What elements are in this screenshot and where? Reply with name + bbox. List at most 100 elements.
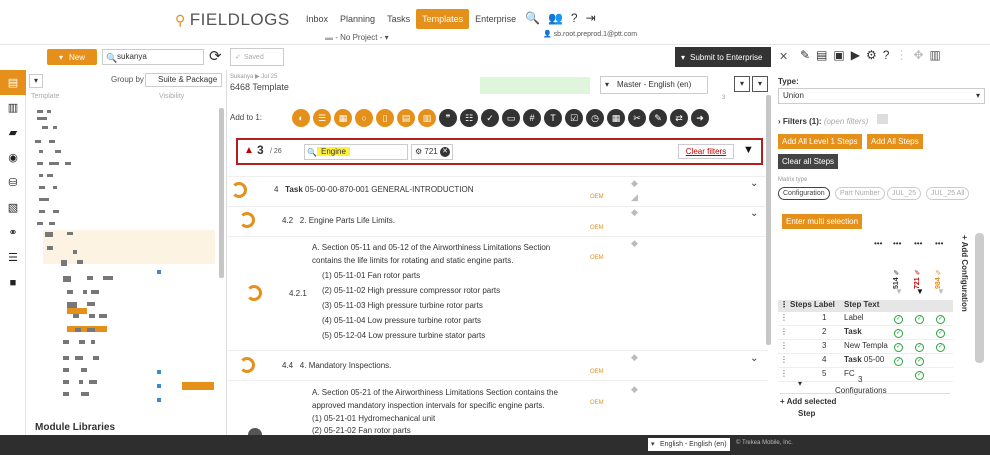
blurred-template-item[interactable] [37, 117, 47, 120]
blurred-template-item[interactable] [37, 222, 43, 225]
help-icon[interactable]: ? [883, 48, 890, 62]
blurred-template-item[interactable] [39, 174, 43, 177]
blurred-template-item[interactable] [83, 290, 87, 294]
eye-icon[interactable]: ◉ [0, 145, 26, 170]
matrix-type-part-number[interactable]: Part Number [835, 187, 885, 200]
blurred-template-item[interactable] [75, 328, 81, 332]
move-icon[interactable]: ✥ [913, 48, 923, 62]
blurred-template-item[interactable] [53, 210, 59, 213]
check-icon[interactable]: ✓ [915, 371, 924, 380]
checkbox-icon[interactable]: ☑ [565, 109, 583, 127]
check-icon[interactable]: ✓ [894, 315, 903, 324]
step-type-icon[interactable] [248, 428, 262, 435]
check-icon[interactable]: ✓ [915, 315, 924, 324]
refresh-icon[interactable]: ⟳ [209, 47, 222, 65]
clear-all-steps-button[interactable]: Clear all Steps [778, 154, 839, 169]
footer-language-select[interactable]: ▾ English - English (en) [648, 438, 730, 451]
nav-enterprise[interactable]: Enterprise [469, 9, 522, 29]
matrix-type-jul25-all[interactable]: JUL_25 All [926, 187, 970, 200]
step-filter-input[interactable]: 🔍 Engine [304, 144, 408, 160]
view-dropdown-1[interactable]: ▾ [734, 76, 750, 92]
blurred-template-item[interactable] [35, 140, 41, 143]
language-dropdown[interactable]: ▾ Master - English (en) [600, 76, 708, 94]
add-circle-icon[interactable]: ○ [355, 109, 373, 127]
signature-icon[interactable]: ✎ [649, 109, 667, 127]
chevron-down-icon[interactable]: ⌄ [750, 178, 758, 189]
drag-handle-icon[interactable]: ⋮ [780, 327, 788, 336]
blurred-template-item[interactable] [47, 174, 53, 177]
matrix-row[interactable]: ⋮ 2 Task ✓ ✓ [778, 327, 953, 340]
library-icon[interactable]: ▥ [0, 95, 26, 120]
project-select[interactable]: ▬ - No Project - ▾ [325, 33, 389, 42]
drag-handle-icon[interactable]: ⋮ [780, 313, 788, 322]
tag-icon[interactable]: ◆ [631, 352, 638, 363]
add-grid-icon[interactable]: ▤ [397, 109, 415, 127]
database-icon[interactable]: ⛁ [0, 170, 26, 195]
blurred-template-item[interactable] [47, 110, 51, 113]
blurred-template-item[interactable] [67, 290, 73, 294]
blurred-template-item[interactable] [73, 314, 79, 318]
chevron-down-icon[interactable]: ⌄ [750, 208, 758, 219]
blurred-template-item[interactable] [65, 162, 71, 165]
blurred-template-item[interactable] [39, 210, 45, 213]
add-level1-steps-button[interactable]: Add All Level 1 Steps [778, 134, 862, 149]
add-table-icon[interactable]: ▦ [334, 109, 352, 127]
preview-icon[interactable]: ▣ [833, 48, 844, 62]
view-dropdown-2[interactable]: ▾ [752, 76, 768, 92]
nav-planning[interactable]: Planning [334, 9, 381, 29]
more-icon[interactable]: ⋮ [895, 48, 907, 62]
add-all-steps-button[interactable]: Add All Steps [867, 134, 923, 149]
chevron-down-icon[interactable]: ⌄ [750, 353, 758, 364]
step-row[interactable]: 4 Task 05-00-00-870-001 GENERAL-INTRODUC… [274, 185, 474, 194]
step-row[interactable]: 4.2 2. Engine Parts Life Limits. [282, 216, 395, 225]
blurred-template-item[interactable] [37, 110, 43, 113]
close-icon[interactable]: ✕ [779, 50, 788, 63]
nav-templates[interactable]: Templates [416, 9, 470, 29]
filter-icon[interactable]: ▼ [937, 287, 945, 296]
step-type-icon[interactable] [239, 212, 255, 228]
blurred-template-item[interactable] [49, 162, 59, 165]
submit-to-enterprise-button[interactable]: ▾ Submit to Enterprise [675, 47, 771, 67]
blurred-template-item[interactable] [67, 232, 73, 235]
nav-inbox[interactable]: Inbox [300, 9, 334, 29]
group-by-dropdown[interactable]: Suite & Package [145, 73, 222, 87]
drag-handle-icon[interactable]: ⋮ [780, 355, 788, 364]
blurred-template-item[interactable] [63, 392, 69, 396]
quote-icon[interactable]: ❞ [439, 109, 457, 127]
play-icon[interactable]: ▶ [851, 48, 860, 62]
tools-icon[interactable]: ✂ [628, 109, 646, 127]
blurred-template-item[interactable] [73, 250, 77, 254]
blurred-template-item[interactable] [53, 186, 57, 189]
calculator-icon[interactable]: ▦ [607, 109, 625, 127]
gear-icon[interactable]: ⚙ [866, 48, 877, 62]
pdf-icon[interactable]: ▧ [0, 195, 26, 220]
logout-icon[interactable]: ⇥ [586, 11, 596, 25]
nav-tasks[interactable]: Tasks [381, 9, 416, 29]
blurred-template-item[interactable] [103, 276, 113, 280]
blurred-template-item[interactable] [93, 356, 99, 360]
step-type-icon[interactable] [239, 357, 255, 373]
blurred-template-item[interactable] [63, 276, 71, 282]
blurred-template-item[interactable] [55, 150, 61, 153]
filter-icon[interactable]: ▼ [743, 144, 754, 156]
blurred-template-item[interactable] [89, 314, 95, 318]
tag-icon[interactable]: ◆ [631, 207, 638, 218]
matrix-row[interactable]: ⋮ 1 Label ✓ ✓ ✓ [778, 313, 953, 326]
add-page-icon[interactable]: ▥ [418, 109, 436, 127]
add-configuration-button[interactable]: + Add Configuration [958, 235, 969, 355]
blurred-template-item[interactable] [81, 368, 87, 372]
saved-button[interactable]: ✓ Saved [230, 48, 284, 66]
search-icon[interactable]: 🔍 [525, 11, 540, 25]
blurred-template-item[interactable] [75, 356, 83, 360]
blurred-template-item[interactable] [67, 302, 77, 308]
blurred-template-item[interactable] [45, 232, 53, 237]
breadcrumb[interactable]: Sukanya ▶ Jul 25 [230, 73, 277, 80]
tag-icon[interactable]: ◆ [631, 238, 638, 249]
check-icon[interactable]: ✓ [936, 315, 945, 324]
tag-icon[interactable]: ◆ [631, 384, 638, 395]
square-icon[interactable]: ■ [0, 270, 26, 295]
filter-icon[interactable]: ▼ [916, 287, 924, 296]
config-column-984[interactable]: 984 ✎ [935, 245, 954, 289]
add-step-icon[interactable]: ◐ [292, 109, 310, 127]
edit-icon[interactable]: ✎ [800, 48, 810, 62]
